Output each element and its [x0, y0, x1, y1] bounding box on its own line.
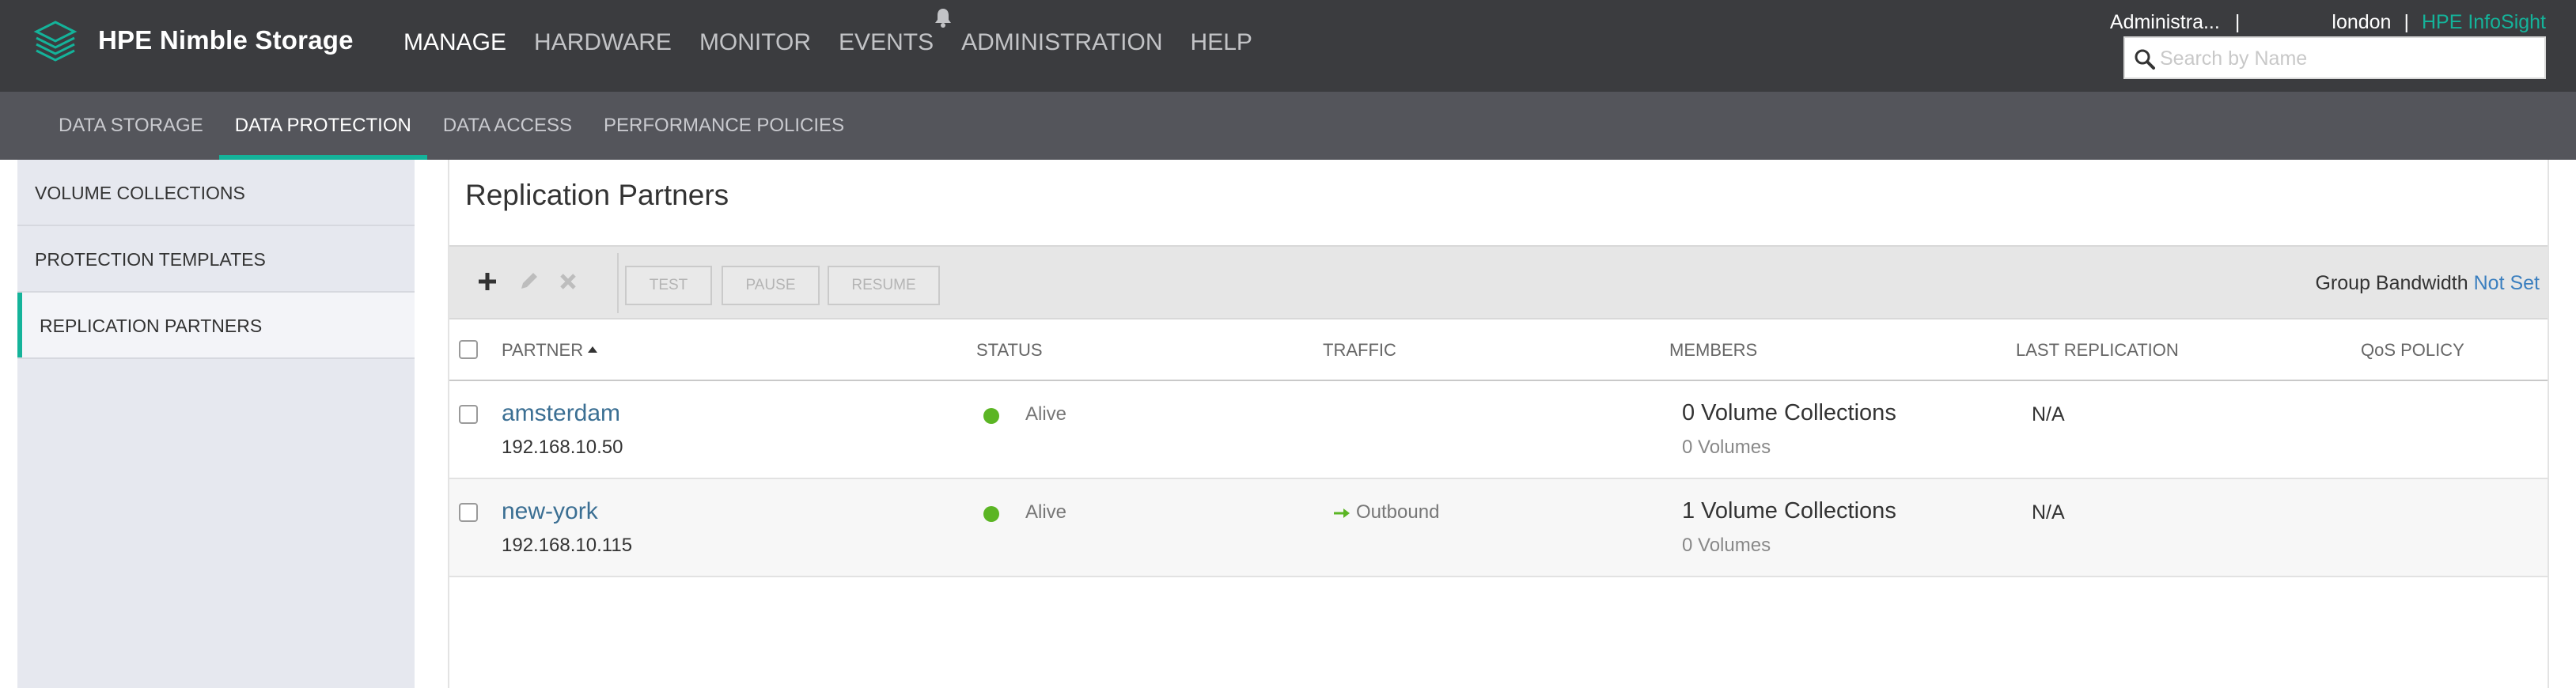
tab-data-protection[interactable]: DATA PROTECTION [218, 92, 427, 160]
status-text: Alive [1025, 403, 1067, 425]
search-icon [2135, 49, 2155, 70]
nav-manage[interactable]: MANAGE [403, 28, 506, 57]
top-header: HPE Nimble Storage MANAGE HARDWARE MONIT… [0, 0, 2576, 92]
search-input[interactable] [2160, 43, 2532, 74]
test-button[interactable]: TEST [625, 266, 712, 305]
toolbar-divider [617, 253, 619, 313]
group-bandwidth: Group Bandwidth Not Set [2315, 272, 2540, 295]
sort-ascending-icon [588, 346, 598, 353]
column-status[interactable]: STATUS [976, 340, 1043, 361]
column-partner[interactable]: PARTNER [502, 340, 598, 361]
nav-events-wrapper: EVENTS [839, 9, 961, 57]
page-title: Replication Partners [465, 179, 729, 211]
row-checkbox[interactable] [459, 503, 478, 522]
column-qos-policy[interactable]: QoS POLICY [2361, 340, 2464, 361]
table-header: PARTNER STATUS TRAFFIC MEMBERS LAST REPL… [449, 319, 2548, 381]
tab-data-access[interactable]: DATA ACCESS [427, 92, 588, 160]
nav-events[interactable]: EVENTS [839, 28, 934, 57]
infosight-link[interactable]: HPE InfoSight [2422, 11, 2546, 34]
delete-icon[interactable] [555, 269, 581, 294]
brand-name: HPE Nimble Storage [98, 25, 354, 55]
tab-performance-policies[interactable]: PERFORMANCE POLICIES [588, 92, 860, 160]
bandwidth-value-link[interactable]: Not Set [2474, 272, 2540, 294]
last-replication: N/A [2032, 501, 2065, 524]
members-collections: 0 Volume Collections [1682, 400, 1896, 425]
sidebar-item-replication-partners[interactable]: REPLICATION PARTNERS [17, 293, 415, 359]
sidebar-item-protection-templates[interactable]: PROTECTION TEMPLATES [17, 226, 415, 293]
nav-administration[interactable]: ADMINISTRATION [961, 28, 1162, 57]
members-collections: 1 Volume Collections [1682, 498, 1896, 524]
status-text: Alive [1025, 501, 1067, 523]
last-replication: N/A [2032, 403, 2065, 425]
status-alive-icon [983, 506, 999, 522]
table-row[interactable]: amsterdam 192.168.10.50 Alive 0 Volume C… [449, 381, 2548, 479]
sub-nav: DATA STORAGE DATA PROTECTION DATA ACCESS… [43, 92, 860, 160]
bell-icon[interactable] [932, 6, 954, 28]
sidebar-item-volume-collections[interactable]: VOLUME COLLECTIONS [17, 160, 415, 226]
separator: | [2404, 11, 2409, 33]
nav-hardware[interactable]: HARDWARE [534, 28, 672, 57]
column-traffic[interactable]: TRAFFIC [1323, 340, 1396, 361]
sidebar: VOLUME COLLECTIONS PROTECTION TEMPLATES … [17, 160, 415, 688]
partner-name-link[interactable]: new-york [502, 498, 598, 525]
bandwidth-label: Group Bandwidth [2315, 272, 2468, 294]
edit-icon[interactable] [516, 269, 541, 294]
main-nav: MANAGE HARDWARE MONITOR EVENTS ADMINISTR… [403, 9, 1280, 57]
main-panel: Replication Partners TEST PAUSE RESUME G… [448, 160, 2549, 688]
pause-button[interactable]: PAUSE [722, 266, 820, 305]
column-members[interactable]: MEMBERS [1669, 340, 1757, 361]
nav-monitor[interactable]: MONITOR [699, 28, 811, 57]
column-partner-label: PARTNER [502, 340, 584, 360]
status-alive-icon [983, 408, 999, 424]
toolbar: TEST PAUSE RESUME Group Bandwidth Not Se… [449, 245, 2548, 319]
sub-header: DATA STORAGE DATA PROTECTION DATA ACCESS… [0, 92, 2576, 160]
table-row[interactable]: new-york 192.168.10.115 Alive Outbound 1… [449, 479, 2548, 577]
array-name[interactable]: london [2332, 11, 2391, 34]
members-volumes: 0 Volumes [1682, 535, 1771, 556]
column-last-replication[interactable]: LAST REPLICATION [2016, 340, 2179, 361]
user-bar: Administra... | london | HPE InfoSight [2110, 11, 2546, 34]
row-checkbox[interactable] [459, 405, 478, 424]
add-icon[interactable] [475, 269, 500, 294]
traffic-text: Outbound [1356, 501, 1440, 523]
search-box [2123, 36, 2546, 79]
members-volumes: 0 Volumes [1682, 437, 1771, 458]
tab-data-storage[interactable]: DATA STORAGE [43, 92, 219, 160]
user-menu[interactable]: Administra... [2110, 11, 2222, 34]
logo-icon [33, 21, 78, 62]
separator: | [2234, 11, 2241, 33]
resume-button[interactable]: RESUME [828, 266, 940, 305]
partner-ip: 192.168.10.50 [502, 437, 623, 458]
select-all-checkbox[interactable] [459, 340, 478, 359]
nav-help[interactable]: HELP [1191, 28, 1252, 57]
arrow-right-icon [1334, 508, 1350, 518]
partner-name-link[interactable]: amsterdam [502, 400, 620, 427]
partner-ip: 192.168.10.115 [502, 535, 633, 556]
